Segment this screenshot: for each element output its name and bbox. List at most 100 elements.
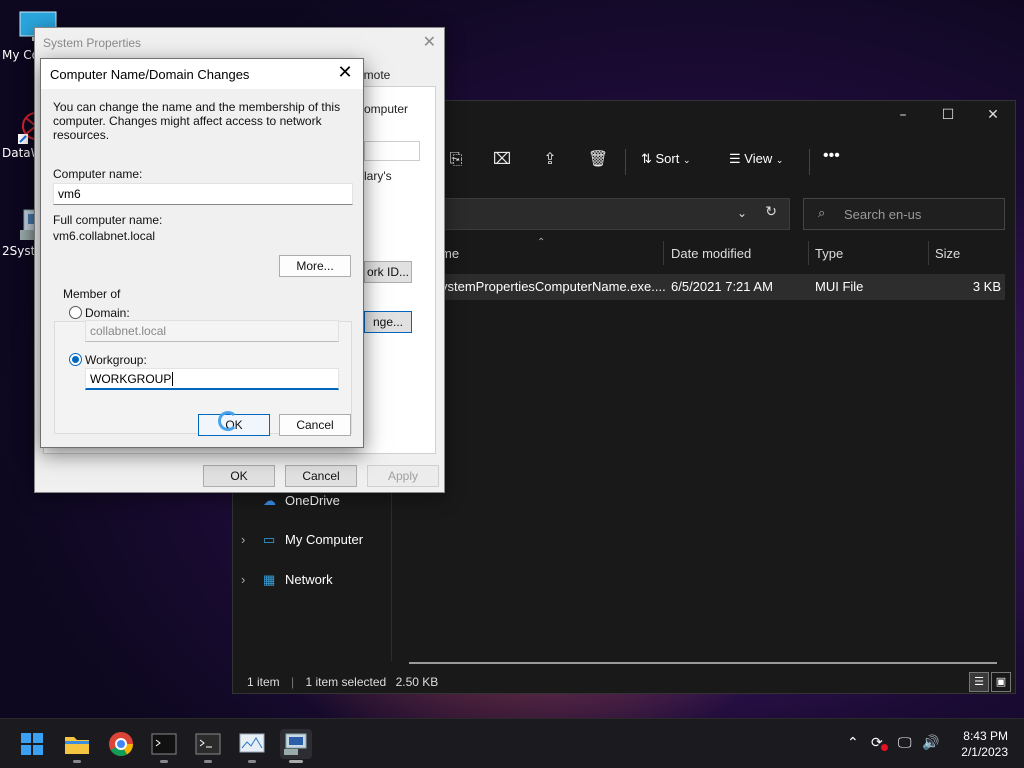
- close-button[interactable]: ✕: [423, 32, 436, 51]
- details-view-button[interactable]: ☰: [969, 672, 989, 692]
- domain-radio[interactable]: [69, 306, 82, 319]
- computer-name-label: Computer name:: [53, 167, 143, 181]
- text-cursor: [172, 372, 174, 386]
- column-separator[interactable]: [928, 241, 929, 265]
- chevron-right-icon: ›: [241, 572, 246, 587]
- refresh-icon[interactable]: ↻: [765, 204, 777, 220]
- column-header-type[interactable]: Type: [815, 246, 843, 261]
- clock[interactable]: 8:43 PM 2/1/2023: [961, 728, 1008, 760]
- view-button[interactable]: ☰ View ⌄: [729, 151, 783, 167]
- sort-button[interactable]: ⇅ Sort ⌄: [641, 151, 691, 167]
- chevron-down-icon: ⌄: [682, 155, 691, 165]
- description-input[interactable]: [364, 141, 420, 161]
- close-button[interactable]: ✕: [978, 107, 1008, 127]
- running-indicator: [289, 760, 303, 763]
- panel-text: lary's: [364, 169, 392, 183]
- sort-ascending-icon: ⌃: [537, 237, 546, 248]
- status-size: 2.50 KB: [395, 675, 439, 689]
- network-icon: ▦: [263, 572, 276, 587]
- cancel-button[interactable]: Cancel: [279, 414, 351, 436]
- minimize-button[interactable]: –: [888, 107, 918, 127]
- table-row[interactable]: ystemPropertiesComputerName.exe.... 6/5/…: [433, 274, 1005, 300]
- dialog-body: You can change the name and the membersh…: [41, 89, 363, 447]
- running-indicator: [160, 760, 168, 763]
- network-id-button[interactable]: ork ID...: [364, 261, 412, 283]
- close-button[interactable]: ✕: [333, 61, 357, 85]
- chevron-down-icon[interactable]: ⌄: [737, 206, 747, 220]
- change-button[interactable]: nge...: [364, 311, 412, 333]
- system-properties-icon[interactable]: [280, 729, 312, 763]
- search-input[interactable]: ⌕ Search en-us: [803, 198, 1005, 230]
- pane-divider: [391, 481, 392, 661]
- status-bar: 1 item | 1 item selected 2.50 KB: [247, 675, 439, 689]
- file-name: ystemPropertiesComputerName.exe....: [441, 279, 666, 294]
- clock-time: 8:43 PM: [963, 729, 1008, 743]
- clock-date: 2/1/2023: [961, 745, 1008, 759]
- toolbar-separator: [625, 149, 626, 175]
- intro-text: You can change the name and the membersh…: [53, 100, 341, 142]
- full-name-value: vm6.collabnet.local: [53, 229, 156, 243]
- column-header-size[interactable]: Size: [935, 246, 960, 261]
- taskbar: ⌃ ⟳ 🖵 🔊 8:43 PM 2/1/2023: [0, 718, 1024, 768]
- status-selected: 1 item selected: [305, 675, 387, 689]
- chevron-right-icon: ›: [241, 532, 246, 547]
- dialog-titlebar: Computer Name/Domain Changes ✕: [41, 59, 363, 89]
- rename-icon[interactable]: ⌧: [491, 149, 513, 171]
- cancel-button[interactable]: Cancel: [285, 465, 357, 487]
- start-icon[interactable]: [16, 729, 48, 759]
- horizontal-scrollbar[interactable]: [409, 662, 997, 664]
- domain-input[interactable]: collabnet.local: [85, 320, 339, 342]
- computer-name-input[interactable]: vm6: [53, 183, 353, 205]
- alert-badge: [881, 744, 888, 751]
- show-hidden-icons-chevron-icon[interactable]: ⌃: [847, 735, 859, 751]
- running-indicator: [248, 760, 256, 763]
- member-of-label: Member of: [63, 287, 121, 301]
- paste-icon[interactable]: ⎘: [445, 149, 467, 171]
- chevron-down-icon: ⌄: [775, 155, 784, 165]
- status-item-count: 1 item: [247, 675, 280, 689]
- column-separator[interactable]: [663, 241, 664, 265]
- share-icon[interactable]: ⇪: [539, 149, 561, 171]
- file-size: 3 KB: [972, 279, 1001, 294]
- file-explorer-icon[interactable]: [61, 729, 93, 763]
- toolbar-separator: [809, 149, 810, 175]
- dialog-title: Computer Name/Domain Changes: [50, 67, 250, 82]
- onedrive-icon: ☁: [263, 493, 276, 508]
- chrome-icon[interactable]: [105, 729, 137, 759]
- more-options-button[interactable]: •••: [823, 147, 840, 165]
- terminal-icon[interactable]: [148, 729, 180, 763]
- view-icon: ☰: [729, 151, 745, 166]
- maximize-button[interactable]: ☐: [933, 107, 963, 127]
- full-name-label: Full computer name:: [53, 213, 163, 227]
- nav-item-network[interactable]: › ▦ Network: [241, 572, 333, 588]
- window-title: System Properties: [43, 36, 142, 50]
- sync-icon[interactable]: ⟳: [871, 735, 888, 751]
- domain-label: Domain:: [85, 306, 130, 320]
- more-button[interactable]: More...: [279, 255, 351, 277]
- busy-spinner-icon: [218, 411, 238, 431]
- monitor-app-icon[interactable]: [236, 729, 268, 763]
- file-type: MUI File: [815, 279, 864, 294]
- file-date: 6/5/2021 7:21 AM: [671, 279, 773, 294]
- running-indicator: [73, 760, 81, 763]
- column-header-date[interactable]: Date modified: [671, 246, 751, 261]
- panel-text: omputer: [364, 102, 409, 116]
- network-status-icon[interactable]: 🖵: [898, 735, 912, 751]
- workgroup-label: Workgroup:: [85, 353, 147, 367]
- workgroup-input[interactable]: WORKGROUP: [85, 368, 339, 390]
- tiles-view-button[interactable]: ▣: [991, 672, 1011, 692]
- computer-icon: ▭: [263, 532, 276, 547]
- sort-icon: ⇅: [641, 151, 656, 166]
- computer-name-dialog: Computer Name/Domain Changes ✕ You can c…: [40, 58, 364, 448]
- apply-button[interactable]: Apply: [367, 465, 439, 487]
- powershell-icon[interactable]: [192, 729, 224, 763]
- ok-button[interactable]: OK: [203, 465, 275, 487]
- nav-item-my-computer[interactable]: › ▭ My Computer: [241, 532, 363, 548]
- volume-icon[interactable]: 🔊: [922, 735, 939, 751]
- search-icon: ⌕: [818, 205, 826, 220]
- nav-item-onedrive[interactable]: ☁ OneDrive: [241, 493, 340, 509]
- column-separator[interactable]: [808, 241, 809, 265]
- workgroup-radio[interactable]: [69, 353, 82, 366]
- running-indicator: [204, 760, 212, 763]
- delete-icon[interactable]: 🗑: [587, 149, 609, 171]
